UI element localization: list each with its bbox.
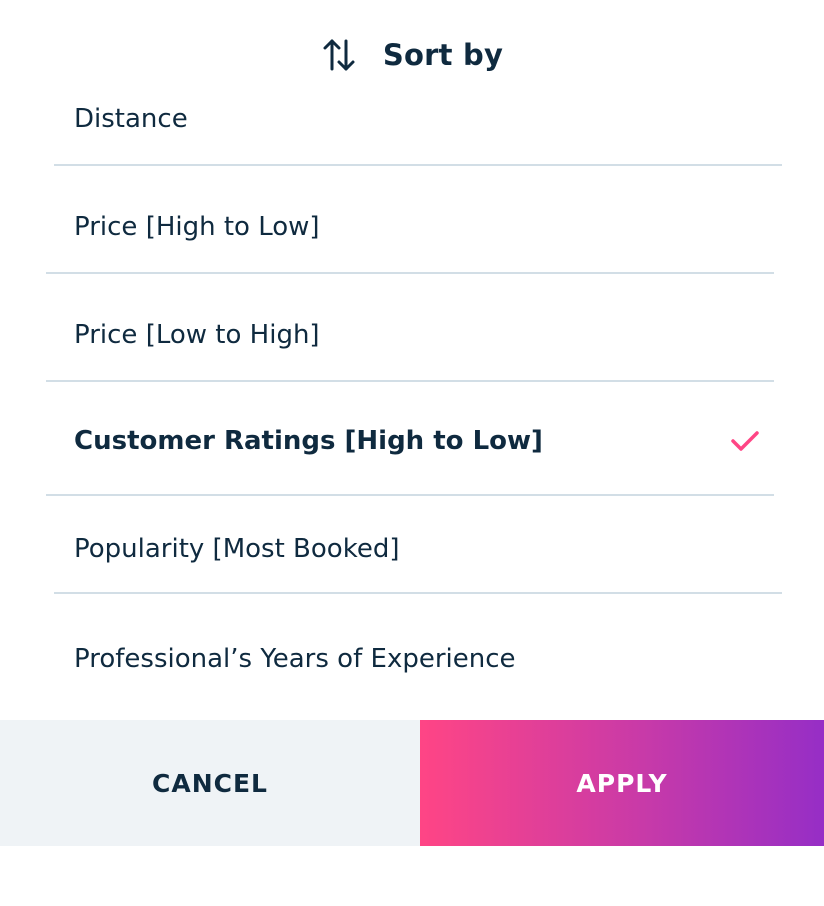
sort-option-label: Customer Ratings [High to Low] [74, 426, 543, 456]
checkmark-icon [730, 426, 760, 456]
sort-option-price-low-to-high[interactable]: Price [Low to High] [0, 310, 824, 360]
sort-option-label: Professional’s Years of Experience [74, 644, 516, 674]
sort-option-label: Price [High to Low] [74, 212, 320, 242]
sort-option-years-of-experience[interactable]: Professional’s Years of Experience [0, 634, 824, 684]
sort-option-label: Popularity [Most Booked] [74, 534, 400, 564]
sort-arrows-icon [321, 37, 357, 73]
divider [54, 592, 782, 594]
sort-option-distance[interactable]: Distance [0, 94, 824, 144]
divider [46, 272, 774, 274]
sort-header: Sort by [0, 30, 824, 80]
sort-option-price-high-to-low[interactable]: Price [High to Low] [0, 202, 824, 252]
sort-option-label: Price [Low to High] [74, 320, 320, 350]
sort-option-customer-ratings[interactable]: Customer Ratings [High to Low] [0, 414, 824, 468]
divider [54, 164, 782, 166]
apply-button[interactable]: APPLY [420, 720, 824, 846]
sort-option-label: Distance [74, 104, 188, 134]
divider [46, 380, 774, 382]
cancel-button[interactable]: CANCEL [0, 720, 420, 846]
action-bar: CANCEL APPLY [0, 720, 824, 846]
divider [46, 494, 774, 496]
sort-title: Sort by [382, 38, 504, 72]
sort-option-popularity[interactable]: Popularity [Most Booked] [0, 524, 824, 574]
